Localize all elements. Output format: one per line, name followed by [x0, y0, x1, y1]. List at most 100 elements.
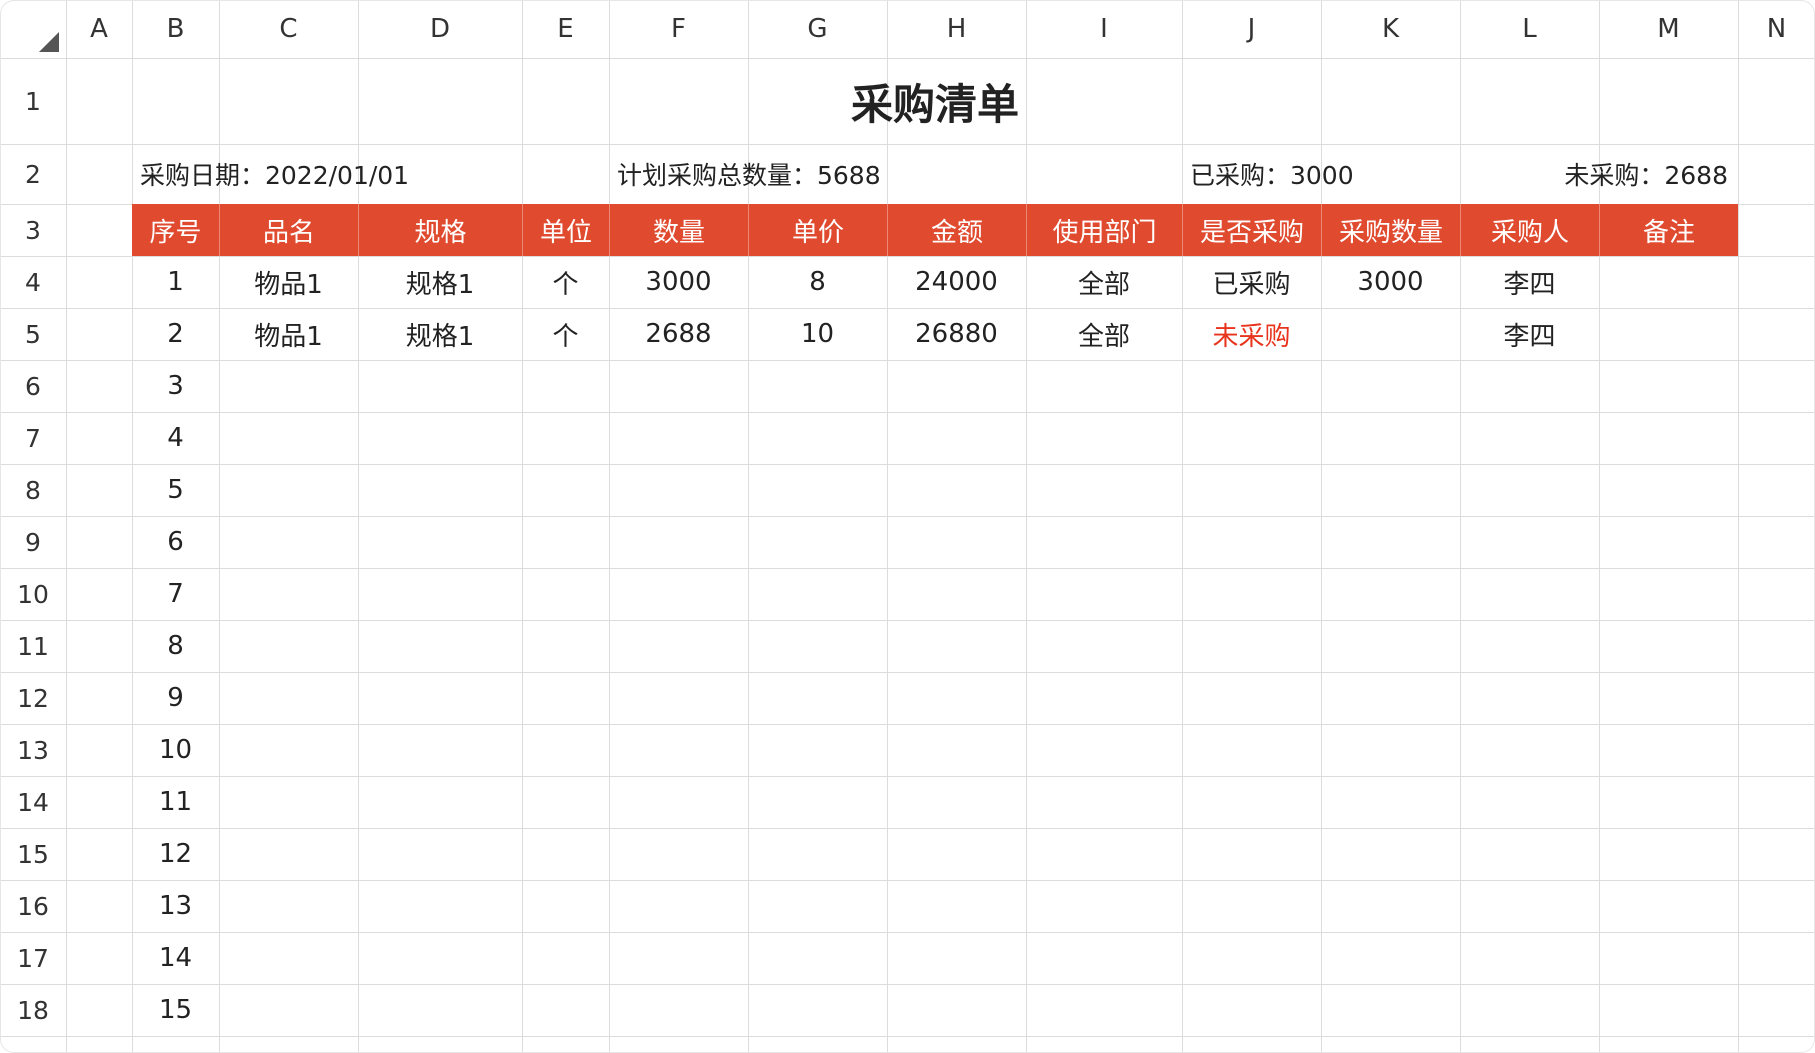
gridline-horizontal — [0, 412, 1815, 413]
row-header-5[interactable]: 5 — [0, 308, 66, 360]
purchased-count-cell[interactable]: 已采购：3000 — [1190, 144, 1468, 204]
serial-number-cell[interactable]: 4 — [132, 412, 219, 464]
row-header-14[interactable]: 14 — [0, 776, 66, 828]
row-header-18[interactable]: 18 — [0, 984, 66, 1036]
table-header-cell[interactable]: 品名 — [219, 204, 358, 256]
table-cell[interactable]: 李四 — [1460, 308, 1599, 360]
table-header-cell[interactable]: 使用部门 — [1026, 204, 1182, 256]
gridline-horizontal — [0, 620, 1815, 621]
purchase-date-cell[interactable]: 采购日期：2022/01/01 — [140, 144, 617, 204]
table-header-cell[interactable]: 序号 — [132, 204, 219, 256]
table-cell[interactable]: 规格1 — [358, 308, 522, 360]
row-header-8[interactable]: 8 — [0, 464, 66, 516]
table-cell[interactable] — [1321, 308, 1460, 360]
table-header-cell[interactable]: 备注 — [1599, 204, 1738, 256]
gridline-vertical — [66, 0, 67, 1053]
serial-number-cell[interactable]: 12 — [132, 828, 219, 880]
table-cell[interactable]: 3000 — [1321, 256, 1460, 308]
serial-number-cell[interactable]: 10 — [132, 724, 219, 776]
row-header-1[interactable]: 1 — [0, 58, 66, 144]
column-header-j[interactable]: J — [1182, 0, 1321, 58]
table-cell[interactable]: 个 — [522, 256, 609, 308]
table-cell[interactable] — [1599, 256, 1738, 308]
planned-total-cell[interactable]: 计划采购总数量：5688 — [617, 144, 1190, 204]
table-header-cell[interactable]: 单价 — [748, 204, 887, 256]
table-cell[interactable]: 物品1 — [219, 256, 358, 308]
serial-number-cell[interactable]: 13 — [132, 880, 219, 932]
row-header-16[interactable]: 16 — [0, 880, 66, 932]
serial-number-cell[interactable]: 9 — [132, 672, 219, 724]
serial-number-cell[interactable]: 11 — [132, 776, 219, 828]
column-header-h[interactable]: H — [887, 0, 1026, 58]
table-cell[interactable]: 李四 — [1460, 256, 1599, 308]
select-all-triangle-icon[interactable] — [39, 32, 59, 52]
table-header-cell[interactable]: 是否采购 — [1182, 204, 1321, 256]
spreadsheet[interactable]: ABCDEFGHIJKLMN 1 2 3 4 5 6 7 8 9 10 11 12 13 14 15 16 17… — [0, 0, 1815, 1053]
table-cell[interactable]: 2688 — [609, 308, 748, 360]
column-header-g[interactable]: G — [748, 0, 887, 58]
sheet-title[interactable]: 采购清单 — [132, 58, 1738, 144]
table-header-cell[interactable]: 规格 — [358, 204, 522, 256]
column-header-a[interactable]: A — [66, 0, 132, 58]
gridline-horizontal — [0, 880, 1815, 881]
table-cell[interactable]: 26880 — [887, 308, 1026, 360]
serial-number-cell[interactable]: 6 — [132, 516, 219, 568]
serial-number-cell[interactable]: 5 — [132, 464, 219, 516]
table-cell[interactable]: 2 — [132, 308, 219, 360]
table-cell[interactable]: 已采购 — [1182, 256, 1321, 308]
table-cell[interactable]: 24000 — [887, 256, 1026, 308]
serial-number-cell[interactable]: 15 — [132, 984, 219, 1036]
row-header-13[interactable]: 13 — [0, 724, 66, 776]
table-cell[interactable]: 全部 — [1026, 308, 1182, 360]
table-header-cell[interactable]: 数量 — [609, 204, 748, 256]
table-header-cell[interactable]: 单位 — [522, 204, 609, 256]
column-header-d[interactable]: D — [358, 0, 522, 58]
column-header-m[interactable]: M — [1599, 0, 1738, 58]
table-header-cell[interactable]: 金额 — [887, 204, 1026, 256]
table-cell[interactable]: 1 — [132, 256, 219, 308]
gridline-horizontal — [0, 932, 1815, 933]
row-header-7[interactable]: 7 — [0, 412, 66, 464]
column-header-e[interactable]: E — [522, 0, 609, 58]
column-header-i[interactable]: I — [1026, 0, 1182, 58]
gridline-horizontal — [0, 828, 1815, 829]
table-cell[interactable]: 未采购 — [1182, 308, 1321, 360]
column-header-n[interactable]: N — [1738, 0, 1815, 58]
table-cell[interactable]: 物品1 — [219, 308, 358, 360]
gridline-horizontal — [0, 724, 1815, 725]
table-header-cell[interactable]: 采购数量 — [1321, 204, 1460, 256]
row-header-17[interactable]: 17 — [0, 932, 66, 984]
gridline-horizontal — [0, 776, 1815, 777]
unpurchased-count-cell[interactable]: 未采购：2688 — [1460, 144, 1728, 204]
table-cell[interactable] — [1599, 308, 1738, 360]
table-header-cell[interactable]: 采购人 — [1460, 204, 1599, 256]
row-header-4[interactable]: 4 — [0, 256, 66, 308]
table-cell[interactable]: 规格1 — [358, 256, 522, 308]
row-header-12[interactable]: 12 — [0, 672, 66, 724]
row-header-6[interactable]: 6 — [0, 360, 66, 412]
table-cell[interactable]: 个 — [522, 308, 609, 360]
column-header-c[interactable]: C — [219, 0, 358, 58]
row-header-15[interactable]: 15 — [0, 828, 66, 880]
table-cell[interactable]: 全部 — [1026, 256, 1182, 308]
gridline-horizontal — [0, 516, 1815, 517]
row-header-11[interactable]: 11 — [0, 620, 66, 672]
column-header-k[interactable]: K — [1321, 0, 1460, 58]
serial-number-cell[interactable]: 14 — [132, 932, 219, 984]
gridline-horizontal — [0, 360, 1815, 361]
row-header-9[interactable]: 9 — [0, 516, 66, 568]
column-header-f[interactable]: F — [609, 0, 748, 58]
table-cell[interactable]: 8 — [748, 256, 887, 308]
column-header-l[interactable]: L — [1460, 0, 1599, 58]
row-header-10[interactable]: 10 — [0, 568, 66, 620]
table-cell[interactable]: 3000 — [609, 256, 748, 308]
serial-number-cell[interactable]: 7 — [132, 568, 219, 620]
row-header-2[interactable]: 2 — [0, 144, 66, 204]
gridline-horizontal — [0, 464, 1815, 465]
table-cell[interactable]: 10 — [748, 308, 887, 360]
serial-number-cell[interactable]: 8 — [132, 620, 219, 672]
serial-number-cell[interactable]: 3 — [132, 360, 219, 412]
row-header-3[interactable]: 3 — [0, 204, 66, 256]
column-header-b[interactable]: B — [132, 0, 219, 58]
gridline-horizontal — [0, 1036, 1815, 1037]
